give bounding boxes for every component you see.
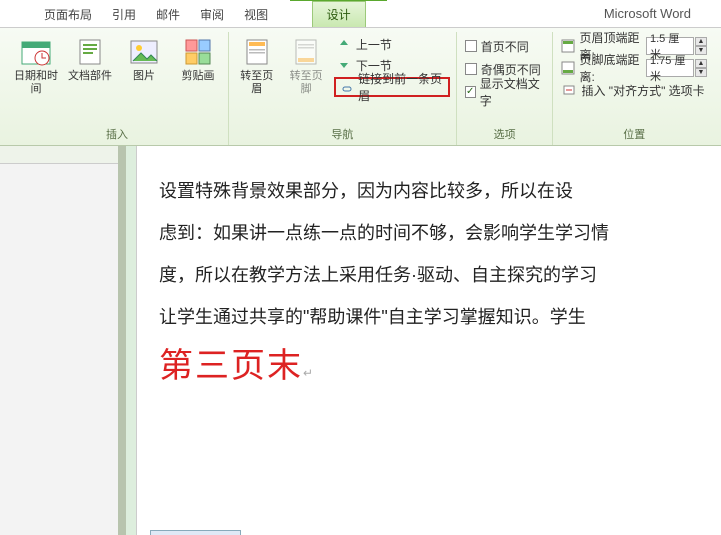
footer-dist-icon [561, 60, 575, 76]
footer-section-tag: 页脚 - 第 2 节 - [150, 530, 241, 535]
align-tab-icon [561, 82, 577, 98]
link-previous-button[interactable]: 链接到前一条页眉 [334, 77, 450, 97]
body-line: 让学生通过共享的"帮助课件"自主学习掌握知识。学生 [159, 296, 714, 338]
goto-header-icon [241, 36, 273, 68]
picture-icon [128, 36, 160, 68]
red-annotation-text: 第三页末 [159, 348, 303, 385]
body-line: 虑到：如果讲一点练一点的时间不够，会影响学生学习情 [159, 212, 714, 254]
document-body[interactable]: 设置特殊背景效果部分，因为内容比较多，所以在设 虑到：如果讲一点练一点的时间不够… [137, 146, 721, 414]
calendar-icon [20, 36, 52, 68]
tab-references[interactable]: 引用 [102, 2, 146, 27]
group-options: 首页不同 奇偶页不同 显示文档文字 选项 [457, 32, 554, 145]
footer-bot-dist[interactable]: 页脚底端距离: 1.75 厘米▲▼ [559, 58, 709, 78]
goto-footer-button[interactable]: 转至页脚 [284, 34, 327, 124]
group-position: 页眉顶端距离: 1.5 厘米▲▼ 页脚底端距离: 1.75 厘米▲▼ 插入 "对… [553, 32, 715, 145]
insert-align-tab[interactable]: 插入 "对齐方式" 选项卡 [559, 80, 709, 100]
arrow-up-icon [336, 36, 352, 52]
tab-review[interactable]: 审阅 [190, 2, 234, 27]
tab-mail[interactable]: 邮件 [146, 2, 190, 27]
goto-header-button[interactable]: 转至页眉 [235, 34, 278, 124]
group-nav: 转至页眉 转至页脚 上一节 下一节 链接到前一条页眉 [229, 32, 457, 145]
page[interactable]: 设置特殊背景效果部分，因为内容比较多，所以在设 虑到：如果讲一点练一点的时间不够… [136, 146, 721, 535]
document-area: 设置特殊背景效果部分，因为内容比较多，所以在设 虑到：如果讲一点练一点的时间不够… [0, 146, 721, 535]
link-icon [340, 79, 354, 95]
prev-section-button[interactable]: 上一节 [334, 34, 450, 54]
tab-pagelayout[interactable]: 页面布局 [34, 2, 102, 27]
ribbon: 日期和时间 文档部件 图片 剪贴画 插入 转至页眉 [0, 28, 721, 146]
ribbon-tabs: 页面布局 引用 邮件 审阅 视图 页眉和页脚工具 设计 Microsoft Wo… [0, 0, 721, 28]
app-title: Microsoft Word [604, 6, 691, 21]
docparts-button[interactable]: 文档部件 [66, 34, 114, 124]
paragraph-mark: ↵ [303, 366, 313, 380]
tab-design[interactable]: 设计 [312, 1, 366, 27]
header-dist-icon [561, 38, 575, 54]
footer-dist-value: 1.75 厘米 [646, 59, 694, 77]
clipart-icon [182, 36, 214, 68]
arrow-down-icon [336, 57, 352, 73]
group-label-nav: 导航 [331, 124, 353, 145]
body-line: 设置特殊背景效果部分，因为内容比较多，所以在设 [159, 170, 714, 212]
clipart-button[interactable]: 剪贴画 [174, 34, 222, 124]
firstpage-diff-check[interactable]: 首页不同 [463, 36, 547, 56]
body-line: 度，所以在教学方法上采用任务·驱动、自主探究的学习 [159, 254, 714, 296]
footer-dist-spin[interactable]: ▲▼ [695, 59, 707, 77]
goto-footer-icon [290, 36, 322, 68]
group-label-options: 选项 [494, 124, 516, 145]
group-label-position: 位置 [623, 124, 645, 145]
group-insert: 日期和时间 文档部件 图片 剪贴画 插入 [6, 32, 229, 145]
picture-button[interactable]: 图片 [120, 34, 168, 124]
header-dist-spin[interactable]: ▲▼ [695, 37, 707, 55]
date-time-button[interactable]: 日期和时间 [12, 34, 60, 124]
show-doctext-check[interactable]: 显示文档文字 [463, 82, 547, 102]
group-label-insert: 插入 [106, 124, 128, 145]
tab-view[interactable]: 视图 [234, 2, 278, 27]
docparts-icon [74, 36, 106, 68]
